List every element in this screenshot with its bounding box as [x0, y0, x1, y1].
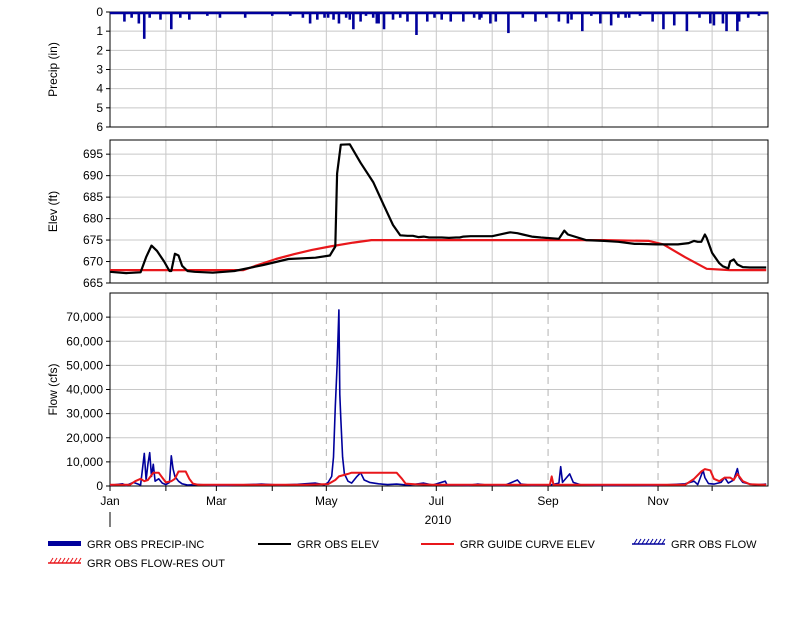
legend-item: GRR OBS FLOW [632, 538, 757, 551]
y-tick-label: 5 [96, 101, 103, 115]
y-tick-label: 685 [83, 190, 103, 204]
legend-item: GRR OBS ELEV [258, 539, 380, 551]
legend-swatch [48, 541, 81, 546]
precip-bar [169, 12, 173, 30]
x-tick-label: Sep [537, 494, 559, 508]
x-tick-label: Mar [206, 494, 227, 508]
y-tick-label: 690 [83, 169, 103, 183]
precip-panel: 0 1 2 3 4 5 6 Precip (in) [46, 5, 769, 134]
y-tick-label: 0 [96, 479, 103, 493]
y-tick-label: 30,000 [66, 407, 103, 421]
y-tick-label: 10,000 [66, 455, 103, 469]
precip-bar [581, 12, 584, 32]
legend-item: GRR GUIDE CURVE ELEV [421, 539, 596, 551]
y-tick-label: 70,000 [66, 310, 103, 324]
flow-panel: 0 10,000 20,000 30,000 40,000 50,000 60,000 70,… [46, 292, 769, 493]
y-tick-label: 2 [96, 43, 103, 57]
legend: GRR OBS PRECIP-INC GRR OBS ELEV GRR GUIDE … [48, 538, 757, 570]
y-axis-label: Precip (in) [46, 42, 60, 97]
y-tick-label: 50,000 [66, 358, 103, 372]
precip-bar [382, 12, 386, 30]
y-tick-label: 680 [83, 212, 103, 226]
y-axis-label: Elev (ft) [46, 191, 60, 232]
y-tick-label: 675 [83, 233, 103, 247]
y-tick-label: 0 [96, 5, 103, 19]
y-tick-label: 665 [83, 276, 103, 290]
y-tick-label: 695 [83, 147, 103, 161]
legend-item: GRR OBS FLOW-RES OUT [48, 557, 225, 570]
legend-label: GRR OBS FLOW-RES OUT [87, 558, 225, 570]
x-tick-label: Jul [429, 494, 444, 508]
x-tick-label: Nov [647, 494, 668, 508]
y-tick-label: 1 [96, 24, 103, 38]
y-tick-label: 40,000 [66, 383, 103, 397]
res-out-flow-line [110, 468, 767, 486]
hydrograph-chart: 0 1 2 3 4 5 6 Precip (in) 665 670 675 680 685 690 695… [46, 5, 769, 570]
legend-label: GRR OBS ELEV [297, 539, 380, 551]
precip-bar [685, 12, 689, 32]
y-tick-label: 670 [83, 255, 103, 269]
y-tick-label: 3 [96, 63, 103, 77]
legend-label: GRR GUIDE CURVE ELEV [460, 539, 596, 551]
y-tick-label: 60,000 [66, 334, 103, 348]
elevation-panel: 665 670 675 680 685 690 695 Elev (ft) [46, 139, 769, 290]
legend-item: GRR OBS PRECIP-INC [48, 539, 204, 551]
precip-bar [507, 12, 510, 34]
x-axis: 2010 Jan Mar May Jul Sep Nov [100, 486, 713, 527]
y-axis-label: Flow (cfs) [46, 364, 60, 416]
legend-label: GRR OBS FLOW [671, 539, 757, 551]
obs-flow-line [109, 309, 767, 487]
legend-label: GRR OBS PRECIP-INC [87, 539, 204, 551]
y-tick-label: 6 [96, 120, 103, 134]
x-tick-label: Jan [100, 494, 119, 508]
precip-bar [415, 12, 418, 35]
y-tick-label: 20,000 [66, 431, 103, 445]
precip-bar [662, 12, 665, 30]
precip-bar [352, 12, 355, 30]
x-axis-year-label: 2010 [425, 513, 452, 527]
x-tick-label: May [315, 494, 338, 508]
y-tick-label: 4 [96, 82, 103, 96]
precip-bar [725, 12, 728, 32]
precip-bar [142, 12, 146, 39]
obs-elev-line [109, 143, 767, 275]
